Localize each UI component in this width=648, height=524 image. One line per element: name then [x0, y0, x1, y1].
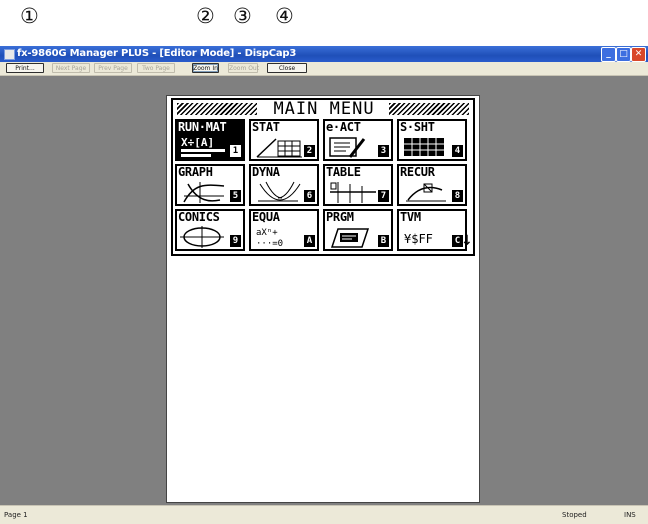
- prev-page-button[interactable]: Prev Page: [94, 63, 132, 73]
- spreadsheet-icon: [404, 138, 444, 156]
- menu-icon-label: TVM: [400, 210, 421, 224]
- menu-icon-label: PRGM: [326, 210, 354, 224]
- menu-icon-label: GRAPH: [178, 165, 213, 179]
- menu-icon-tvm[interactable]: TVM ¥$FF C: [397, 209, 467, 251]
- minimize-button[interactable]: _: [601, 47, 616, 62]
- callout-strip: ① ② ③ ④: [0, 0, 648, 46]
- status-state: Stoped: [562, 511, 587, 519]
- dyna-icon: [258, 181, 301, 202]
- menu-key-badge: 7: [378, 190, 389, 202]
- menu-icon-label: RECUR: [400, 165, 435, 179]
- maximize-button[interactable]: □: [616, 47, 631, 62]
- zoom-out-button[interactable]: Zoom Out: [228, 63, 259, 73]
- menu-key-badge: 8: [452, 190, 463, 202]
- menu-key-badge: 9: [230, 235, 241, 247]
- main-menu-header: MAIN MENU: [173, 99, 473, 119]
- menu-key-badge: 2: [304, 145, 315, 157]
- zoom-in-button[interactable]: Zoom In: [192, 63, 219, 73]
- menu-key-badge: B: [378, 235, 389, 247]
- menu-key-badge: A: [304, 235, 315, 247]
- menu-icon-label: e·ACT: [326, 120, 361, 134]
- menu-icon-prgm[interactable]: PRGM B: [323, 209, 393, 251]
- callout-1: ①: [20, 4, 39, 28]
- menu-icon-label: STAT: [252, 120, 280, 134]
- menu-key-badge: 1: [230, 145, 241, 157]
- two-page-button[interactable]: Two Page: [137, 63, 175, 73]
- recur-icon: [406, 183, 446, 202]
- hatch-left: [177, 103, 257, 115]
- svg-text:···=0: ···=0: [256, 239, 283, 249]
- main-menu-title: MAIN MENU: [273, 99, 375, 119]
- menu-icon-stat[interactable]: STAT 2: [249, 119, 319, 161]
- e-act-icon: [329, 137, 366, 158]
- menu-icon-recur[interactable]: RECUR 8: [397, 164, 467, 206]
- prgm-icon: [330, 228, 370, 248]
- menu-icon-label: CONICS: [178, 210, 220, 224]
- app-icon: [4, 49, 15, 60]
- menu-icon-label: EQUA: [252, 210, 280, 224]
- next-page-button[interactable]: Next Page: [52, 63, 90, 73]
- callout-3: ③: [233, 4, 252, 28]
- tvm-glyph: ¥$FF: [404, 232, 433, 246]
- print-preview-toolbar: Print... Next Page Prev Page Two Page Zo…: [0, 62, 648, 76]
- menu-icon-label: TABLE: [326, 165, 361, 179]
- menu-key-badge: 5: [230, 190, 241, 202]
- tvm-icon: ¥$FF: [404, 232, 433, 246]
- status-bar: Page 1 Stoped INS: [0, 505, 648, 524]
- window-title: fx-9860G Manager PLUS - [Editor Mode] - …: [17, 48, 297, 59]
- menu-icon-run-mat[interactable]: RUN·MAT X÷[A] 1: [175, 119, 245, 161]
- close-window-button[interactable]: ✕: [631, 47, 646, 62]
- menu-key-badge: 3: [378, 145, 389, 157]
- menu-icon-label: RUN·MAT: [178, 120, 227, 134]
- status-page: Page 1: [4, 511, 28, 519]
- calculator-screen-capture: MAIN MENU RUN·MAT X÷[A] 1 STAT 2 e·ACT 3…: [171, 98, 475, 256]
- menu-key-badge: 4: [452, 145, 463, 157]
- menu-icon-table[interactable]: TABLE 7: [323, 164, 393, 206]
- svg-text:aXⁿ+: aXⁿ+: [256, 228, 278, 238]
- menu-icon-graph[interactable]: GRAPH 5: [175, 164, 245, 206]
- menu-key-badge: 6: [304, 190, 315, 202]
- print-button[interactable]: Print...: [6, 63, 44, 73]
- table-icon: [330, 182, 376, 203]
- close-preview-button[interactable]: Close: [267, 63, 307, 73]
- menu-icon-dyna[interactable]: DYNA 6: [249, 164, 319, 206]
- main-menu-grid: RUN·MAT X÷[A] 1 STAT 2 e·ACT 3 S·SHT 4 G…: [175, 119, 473, 254]
- callout-2: ②: [196, 4, 215, 28]
- scroll-down-arrow-icon: ↓: [461, 233, 473, 249]
- conics-icon: [180, 226, 224, 248]
- stat-icon: [256, 138, 302, 158]
- menu-icon-label: S·SHT: [400, 120, 435, 134]
- menu-icon-conics[interactable]: CONICS 9: [175, 209, 245, 251]
- menu-icon-label: DYNA: [252, 165, 280, 179]
- callout-4: ④: [275, 4, 294, 28]
- run-mat-icon: X÷[A]: [181, 136, 225, 157]
- status-mode: INS: [624, 511, 636, 519]
- window-titlebar[interactable]: fx-9860G Manager PLUS - [Editor Mode] - …: [0, 46, 648, 62]
- hatch-right: [389, 103, 469, 115]
- menu-icon-equa[interactable]: EQUA aXⁿ+ ···=0 A: [249, 209, 319, 251]
- run-mat-glyph: X÷[A]: [181, 136, 214, 149]
- menu-icon-e-act[interactable]: e·ACT 3: [323, 119, 393, 161]
- menu-icon-s-sht[interactable]: S·SHT 4: [397, 119, 467, 161]
- graph-icon: [183, 182, 225, 203]
- equa-icon: aXⁿ+ ···=0: [256, 228, 283, 249]
